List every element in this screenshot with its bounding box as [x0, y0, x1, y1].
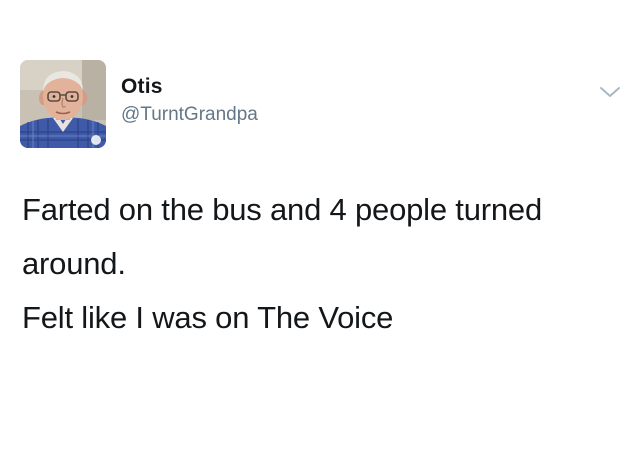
- tweet-text-line: Farted on the bus and 4 people turned: [22, 192, 542, 227]
- chevron-down-icon[interactable]: [598, 84, 622, 100]
- tweet-header: Otis @TurntGrandpa: [20, 60, 620, 150]
- user-info[interactable]: Otis @TurntGrandpa: [121, 74, 258, 128]
- tweet-text: Farted on the bus and 4 people turned ar…: [22, 183, 622, 345]
- user-handle[interactable]: @TurntGrandpa: [121, 102, 258, 128]
- tweet-card: Otis @TurntGrandpa Farted on the bus and…: [0, 0, 640, 460]
- avatar-image: [20, 60, 106, 148]
- display-name[interactable]: Otis: [121, 74, 258, 100]
- avatar[interactable]: [20, 60, 106, 148]
- tweet-text-line: around.: [22, 246, 126, 281]
- tweet-text-line: Felt like I was on The Voice: [22, 300, 394, 335]
